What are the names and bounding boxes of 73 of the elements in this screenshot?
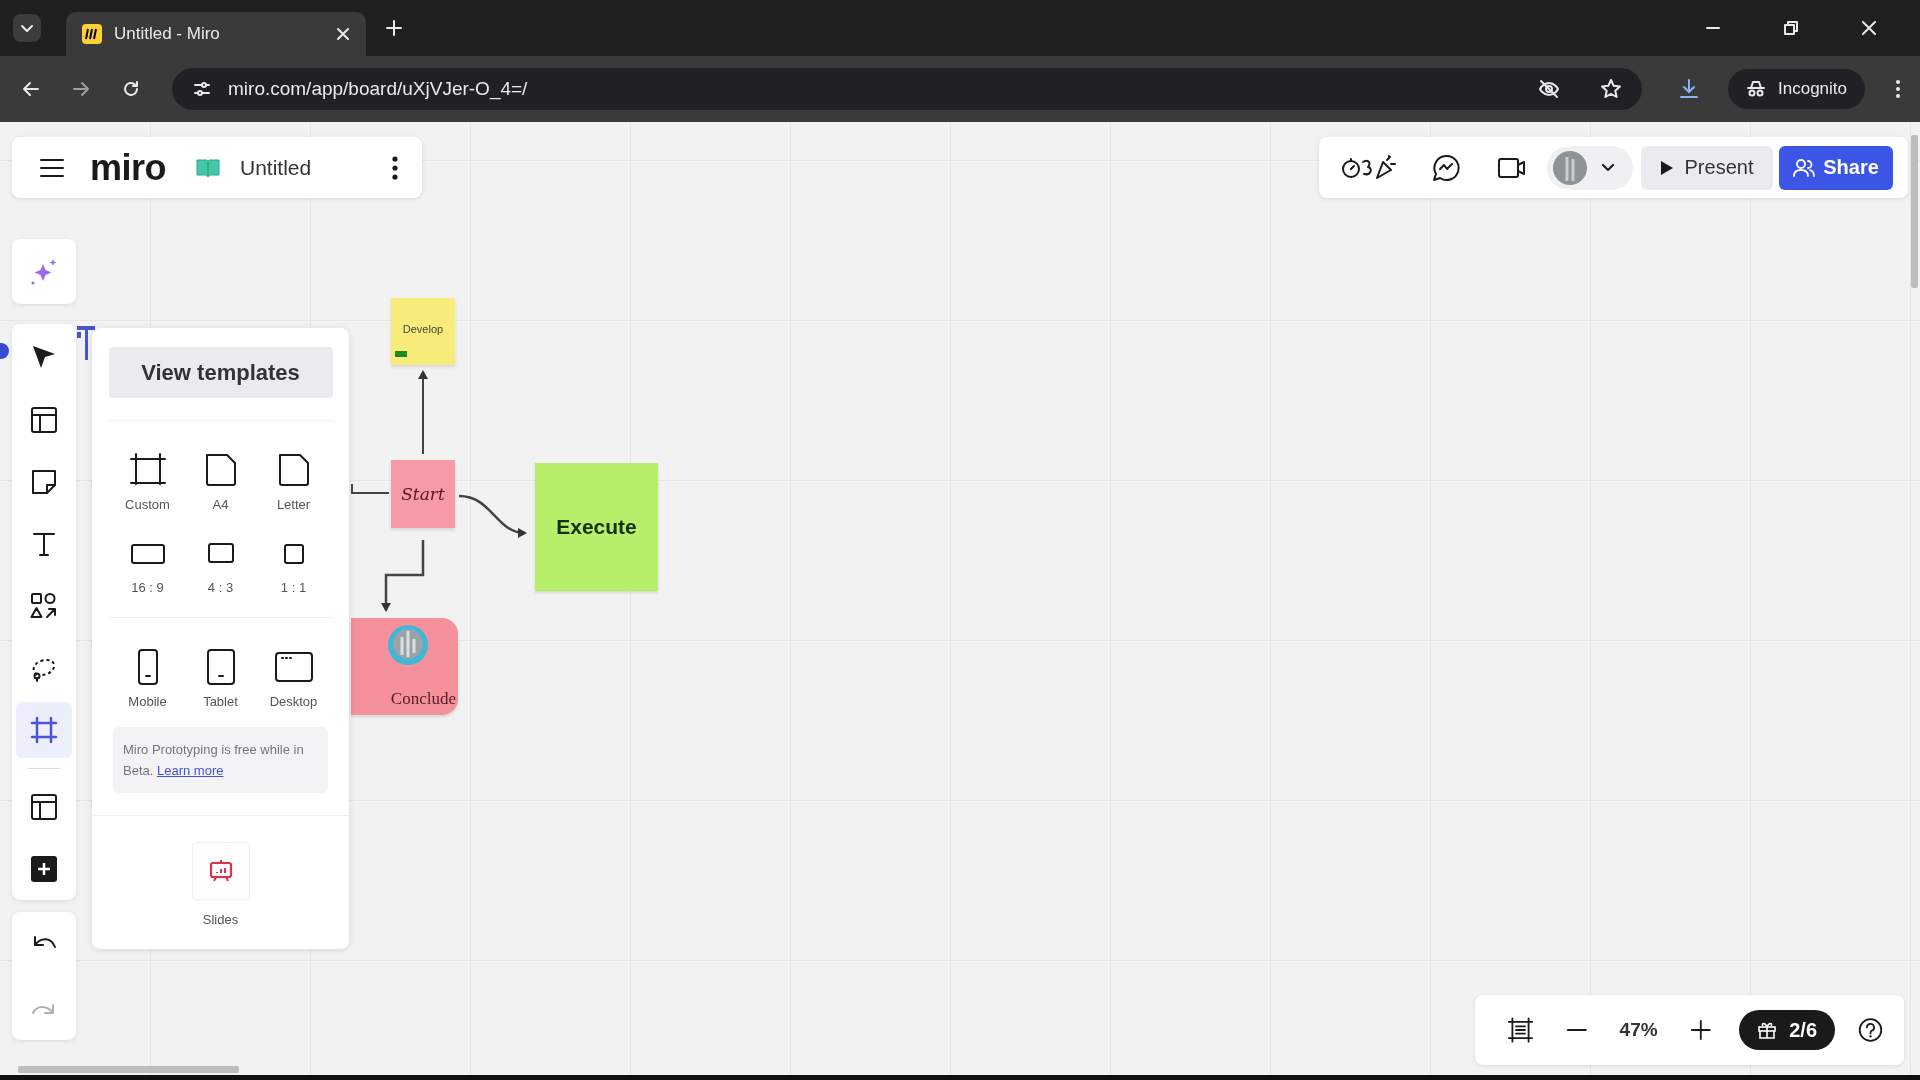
avatar-icon — [1553, 150, 1587, 185]
chat-icon[interactable] — [1431, 152, 1461, 183]
tab-title: Untitled - Miro — [114, 24, 221, 44]
back-icon[interactable] — [22, 80, 40, 98]
restore-icon[interactable] — [1784, 21, 1798, 35]
avatar-icon — [386, 623, 430, 667]
learn-more-link[interactable]: Learn more — [156, 763, 224, 778]
new-tab-icon[interactable] — [386, 20, 402, 36]
frame-preset-button[interactable]: Tablet — [184, 648, 257, 709]
reload-icon[interactable] — [122, 80, 140, 98]
vertical-scrollbar[interactable] — [1911, 135, 1918, 288]
video-camera-icon[interactable] — [1497, 155, 1527, 180]
plus-icon[interactable] — [29, 854, 59, 884]
close-icon[interactable] — [336, 27, 350, 41]
note-text: Start — [401, 484, 445, 504]
info-text: Miro Prototyping is free while in Beta. Learn more — [123, 741, 305, 780]
connector-line — [351, 483, 390, 494]
miro-logo-icon — [82, 24, 102, 44]
more-icon[interactable] — [1895, 79, 1901, 99]
note-text: Execute — [556, 515, 637, 539]
sticky-note-icon[interactable] — [29, 467, 59, 497]
people-icon — [1793, 157, 1816, 178]
table-icon[interactable] — [29, 792, 59, 822]
fit-frame-icon[interactable] — [1507, 1015, 1534, 1045]
horizontal-scrollbar[interactable] — [18, 1066, 239, 1073]
menu-icon[interactable] — [40, 157, 64, 178]
incognito-icon — [1746, 79, 1766, 99]
play-icon — [1660, 160, 1673, 175]
address-bar[interactable]: miro.com/app/board/uXjVJer-O_4=/ — [172, 68, 1642, 110]
miro-logo[interactable]: miro — [90, 149, 166, 186]
incognito-label: Incognito — [1778, 79, 1847, 99]
connector-arrow — [381, 540, 425, 612]
cursor-marker-icon — [0, 342, 10, 360]
frame-preset-button[interactable]: 4 : 3 — [184, 534, 257, 595]
site-settings-icon[interactable] — [192, 79, 212, 99]
frame-icon[interactable] — [29, 715, 59, 745]
tab-list-icon[interactable] — [12, 13, 42, 43]
incognito-badge[interactable]: Incognito — [1728, 69, 1865, 109]
connector-arrow — [458, 494, 527, 538]
frame-preset-button[interactable]: 16 : 9 — [111, 534, 184, 595]
chevron-down-icon — [1601, 162, 1615, 173]
board-title[interactable]: Untitled — [240, 155, 312, 180]
browser-tab[interactable]: Untitled - Miro — [66, 12, 366, 56]
template-icon[interactable] — [29, 405, 59, 435]
close-icon[interactable] — [1862, 21, 1876, 35]
zoom-in-icon[interactable] — [1689, 1018, 1712, 1042]
frame-preset-button[interactable]: A4 — [184, 451, 257, 512]
forward-icon[interactable] — [72, 80, 90, 98]
download-icon[interactable] — [1678, 78, 1700, 100]
gift-button[interactable]: 2/6 — [1739, 1010, 1835, 1050]
present-button[interactable]: Present — [1641, 145, 1773, 190]
gift-icon — [1757, 1020, 1778, 1040]
star-icon[interactable] — [1600, 78, 1622, 100]
shapes-icon[interactable] — [29, 591, 59, 621]
note-text: Develop — [402, 322, 444, 335]
more-icon[interactable] — [392, 155, 398, 180]
note-text: Conclude — [390, 689, 456, 709]
book-icon — [196, 157, 220, 178]
frame-preset-button[interactable]: Desktop — [257, 648, 330, 709]
frame-preset-button[interactable]: Mobile — [111, 648, 184, 709]
view-templates-button[interactable]: View templates — [108, 347, 333, 398]
flag-icon — [76, 324, 96, 362]
eye-off-icon[interactable] — [1538, 78, 1560, 100]
presentation-icon — [207, 858, 234, 884]
url-text: miro.com/app/board/uXjVJer-O_4=/ — [228, 78, 528, 100]
frame-preset-button[interactable]: 1 : 1 — [257, 534, 330, 595]
help-icon[interactable] — [1857, 1015, 1884, 1045]
zoom-level[interactable]: 47% — [1619, 1019, 1658, 1041]
frame-preset-button[interactable]: Letter — [257, 451, 330, 512]
share-button[interactable]: Share — [1779, 145, 1893, 190]
reactions-icon[interactable] — [1341, 153, 1399, 182]
avatar-menu-button[interactable] — [1547, 145, 1633, 190]
frame-preset-button[interactable]: Custom — [111, 451, 184, 512]
